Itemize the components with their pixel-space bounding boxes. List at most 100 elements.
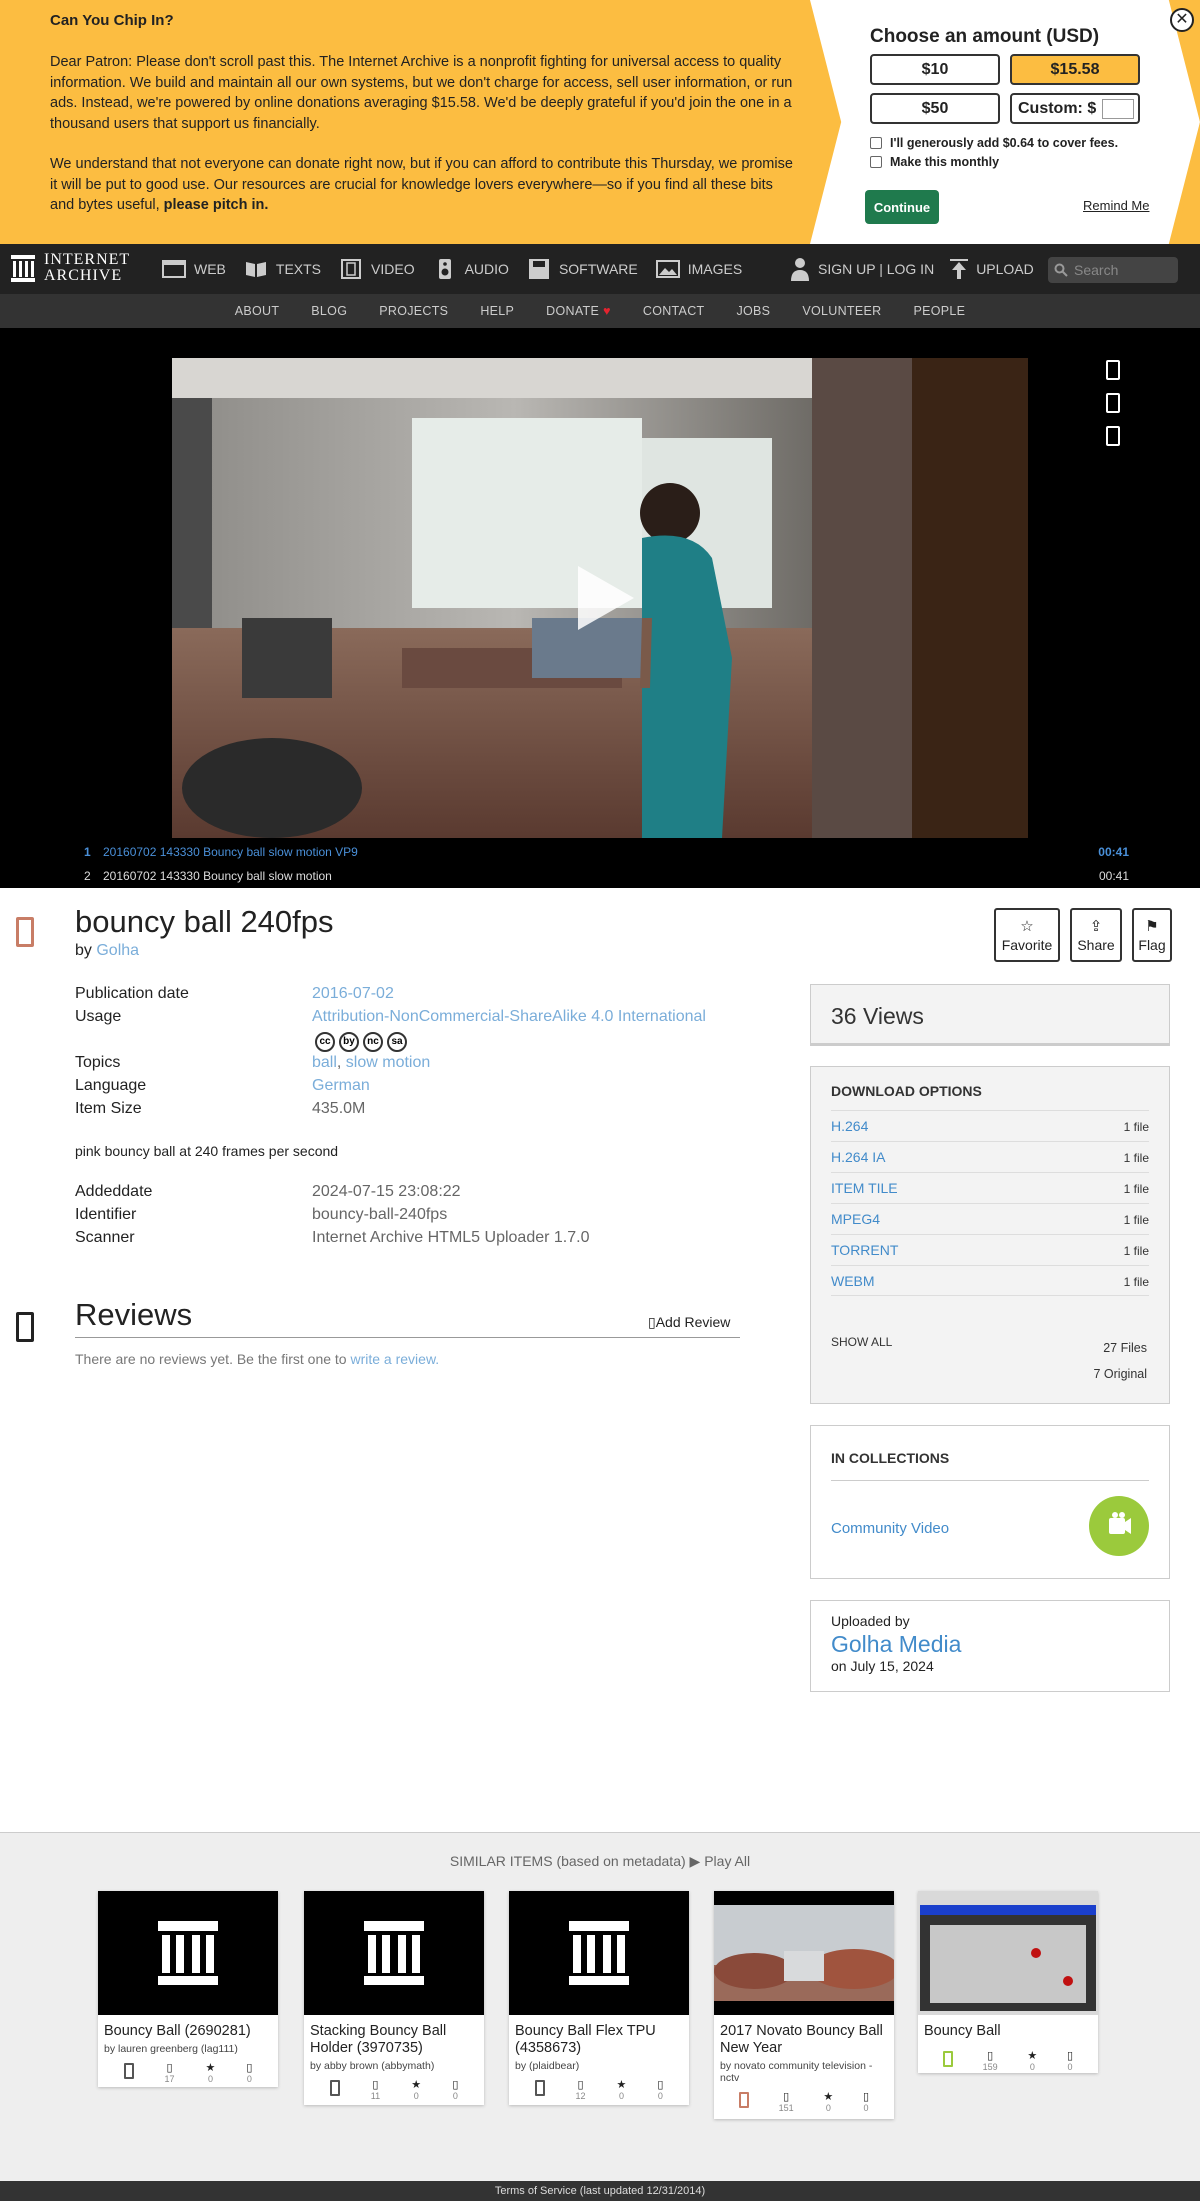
cover-fees-row[interactable]: I'll generously add $0.64 to cover fees.	[870, 136, 1160, 150]
license-link[interactable]: Attribution-NonCommercial-ShareAlike 4.0…	[312, 1008, 706, 1026]
movie-icon	[329, 2080, 340, 2096]
banner-message: Dear Patron: Please don't scroll past th…	[50, 52, 798, 236]
creator-link[interactable]: Golha	[96, 942, 139, 959]
subnav-about[interactable]: ABOUT	[235, 304, 280, 318]
amount-50-button[interactable]: $50	[870, 93, 1000, 124]
terms-of-service-link[interactable]: Terms of Service (last updated 12/31/201…	[0, 2181, 1200, 2201]
community-video-icon[interactable]	[1089, 1496, 1149, 1556]
subnav-donate[interactable]: DONATE ♥	[546, 304, 611, 318]
star-icon: ★	[1027, 2050, 1038, 2062]
card-creator: by novato community television - nctv	[720, 2060, 873, 2084]
download-row[interactable]: H.264 1 file	[831, 1110, 1149, 1141]
playlist: 1 20160702 143330 Bouncy ball slow motio…	[0, 840, 1200, 888]
eye-icon: ▯	[166, 2062, 173, 2074]
internet-archive-logo[interactable]: INTERNET ARCHIVE	[10, 252, 130, 284]
search-placeholder: Search	[1074, 262, 1119, 278]
nav-texts[interactable]: TEXTS	[244, 259, 321, 279]
continue-button[interactable]: Continue	[865, 190, 939, 224]
star-icon: ★	[205, 2062, 216, 2074]
card-title[interactable]: Bouncy Ball Flex TPU (4358673)	[509, 2015, 689, 2057]
usage-label: Usage	[75, 1008, 122, 1025]
nav-audio[interactable]: AUDIO	[433, 259, 509, 279]
playlist-icon[interactable]	[1106, 426, 1120, 446]
play-icon[interactable]	[578, 566, 634, 630]
playlist-item[interactable]: 1 20160702 143330 Bouncy ball slow motio…	[0, 840, 1200, 864]
subnav-blog[interactable]: BLOG	[311, 304, 347, 318]
nav-web[interactable]: WEB	[162, 259, 226, 279]
uploader-link[interactable]: Golha Media	[831, 1631, 1149, 1658]
novato-thumb	[714, 1891, 894, 2015]
logo-text-internet: INTERNET	[44, 251, 131, 268]
embed-icon[interactable]	[1106, 393, 1120, 413]
favorite-button[interactable]: ☆ Favorite	[994, 908, 1060, 962]
page: Can You Chip In? Dear Patron: Please don…	[0, 0, 1200, 2201]
download-options-title: DOWNLOAD OPTIONS	[831, 1083, 982, 1099]
close-banner-icon[interactable]: ✕	[1170, 8, 1194, 32]
share-icon: ⇪	[1089, 918, 1103, 935]
subnav-projects[interactable]: PROJECTS	[379, 304, 448, 318]
card-creator: by (plaidbear)	[515, 2060, 580, 2072]
comment-icon: ▯	[246, 2062, 253, 2074]
similar-item-card[interactable]: Bouncy Ball Flex TPU (4358673) by (plaid…	[509, 1891, 689, 2105]
add-review-button[interactable]: ▯Add Review	[648, 1314, 730, 1331]
download-row[interactable]: WEBM 1 file	[831, 1265, 1149, 1296]
custom-amount-field[interactable]: Custom: $	[1010, 93, 1140, 124]
item-description: pink bouncy ball at 240 frames per secon…	[75, 1143, 339, 1159]
download-row[interactable]: ITEM TILE 1 file	[831, 1172, 1149, 1203]
monthly-checkbox[interactable]	[870, 156, 882, 168]
pubdate-link[interactable]: 2016-07-02	[312, 985, 394, 1003]
cover-fees-checkbox[interactable]	[870, 137, 882, 149]
flag-button[interactable]: ⚑ Flag	[1132, 908, 1172, 962]
monthly-row[interactable]: Make this monthly	[870, 155, 1160, 169]
remind-me-link[interactable]: Remind Me	[1083, 198, 1149, 213]
similar-item-card[interactable]: Stacking Bouncy Ball Holder (3970735) by…	[304, 1891, 484, 2105]
custom-amount-input[interactable]	[1102, 98, 1135, 119]
similar-items-header: SIMILAR ITEMS (based on metadata) ▶ Play…	[449, 1853, 751, 1869]
movie-icon	[738, 2092, 749, 2108]
archive-logo-thumb	[98, 1891, 278, 2015]
card-title[interactable]: Stacking Bouncy Ball Holder (3970735)	[304, 2015, 484, 2057]
pencil-icon: ▯	[648, 1314, 656, 1330]
similar-item-card[interactable]: Bouncy Ball (2690281) by lauren greenber…	[98, 1891, 278, 2087]
share-button[interactable]: ⇪ Share	[1070, 908, 1122, 962]
download-row[interactable]: H.264 IA 1 file	[831, 1141, 1149, 1172]
playlist-item[interactable]: 2 20160702 143330 Bouncy ball slow motio…	[0, 864, 1200, 888]
choose-amount-title: Choose an amount (USD)	[870, 26, 1100, 47]
card-title[interactable]: 2017 Novato Bouncy Ball New Year	[714, 2015, 894, 2057]
upload-link[interactable]: UPLOAD	[976, 261, 1034, 277]
amount-10-button[interactable]: $10	[870, 54, 1000, 85]
fullscreen-icon[interactable]	[1106, 360, 1120, 380]
cc-license-icons[interactable]: cc by nc sa	[315, 1032, 411, 1052]
account-nav: SIGN UP | LOG IN UPLOAD	[790, 244, 1034, 294]
subnav-people[interactable]: PEOPLE	[913, 304, 965, 318]
video-frame[interactable]	[172, 358, 1028, 838]
play-all-button[interactable]: ▶ Play All	[690, 1853, 751, 1869]
subnav-volunteer[interactable]: VOLUNTEER	[802, 304, 881, 318]
item-title: bouncy ball 240fps	[75, 904, 334, 939]
subnav-jobs[interactable]: JOBS	[736, 304, 770, 318]
amount-15-58-button[interactable]: $15.58	[1010, 54, 1140, 85]
topic-link[interactable]: slow motion	[346, 1054, 430, 1071]
card-title[interactable]: Bouncy Ball	[918, 2015, 1098, 2040]
card-title[interactable]: Bouncy Ball (2690281)	[98, 2015, 278, 2040]
show-all-link[interactable]: SHOW ALL	[831, 1335, 892, 1349]
donation-banner: Can You Chip In? Dear Patron: Please don…	[0, 0, 1200, 244]
collection-link[interactable]: Community Video	[831, 1520, 949, 1537]
download-row[interactable]: MPEG4 1 file	[831, 1203, 1149, 1234]
signup-login-link[interactable]: SIGN UP | LOG IN	[818, 261, 934, 277]
similar-item-card[interactable]: 2017 Novato Bouncy Ball New Year by nova…	[714, 1891, 894, 2119]
nav-video[interactable]: VIDEO	[339, 259, 415, 279]
star-icon: ☆	[1020, 918, 1034, 935]
write-review-link[interactable]: write a review.	[350, 1351, 439, 1367]
search-input[interactable]: Search	[1048, 257, 1178, 283]
nav-software[interactable]: SOFTWARE	[527, 259, 638, 279]
subnav-help[interactable]: HELP	[480, 304, 514, 318]
similar-item-card[interactable]: Bouncy Ball ▯ 159 ★ 0 ▯ 0	[918, 1891, 1098, 2073]
card-stats: ▯ 11 ★ 0 ▯ 0	[304, 2072, 484, 2109]
item-size-label: Item Size	[75, 1100, 142, 1117]
language-link[interactable]: German	[312, 1077, 370, 1095]
download-row[interactable]: TORRENT 1 file	[831, 1234, 1149, 1265]
nav-images[interactable]: IMAGES	[655, 259, 742, 279]
subnav-contact[interactable]: CONTACT	[643, 304, 705, 318]
topic-link[interactable]: ball	[312, 1054, 337, 1071]
